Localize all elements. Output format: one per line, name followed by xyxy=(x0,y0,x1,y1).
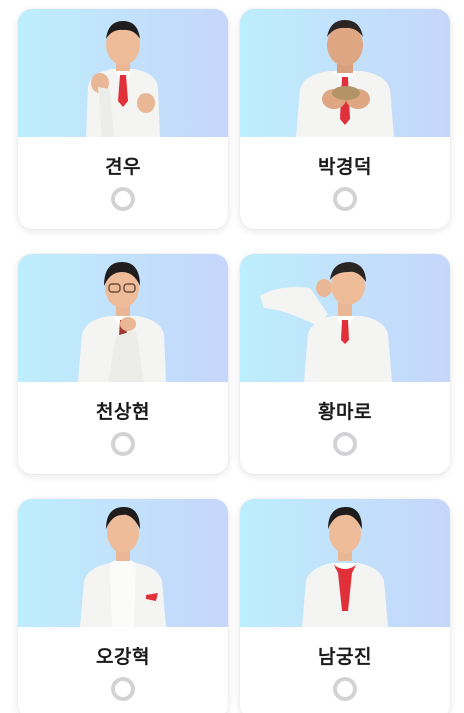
candidate-photo xyxy=(18,499,228,627)
candidate-card-2[interactable]: 박경덕 xyxy=(240,9,450,229)
candidate-photo xyxy=(240,254,450,382)
candidate-photo xyxy=(240,499,450,627)
candidate-grid: 견우 박경덕 천상현 황마로 오강혁 남궁진 xyxy=(0,0,464,713)
select-radio-button[interactable] xyxy=(111,432,135,456)
candidate-photo xyxy=(18,254,228,382)
candidate-card-4[interactable]: 황마로 xyxy=(240,254,450,474)
candidate-photo xyxy=(240,9,450,137)
candidate-name: 박경덕 xyxy=(318,156,372,178)
select-radio-button[interactable] xyxy=(333,677,357,701)
candidate-card-1[interactable]: 견우 xyxy=(18,9,228,229)
candidate-card-3[interactable]: 천상현 xyxy=(18,254,228,474)
candidate-name: 황마로 xyxy=(318,401,372,423)
candidate-photo xyxy=(18,9,228,137)
candidate-name: 남궁진 xyxy=(318,646,372,668)
candidate-name: 천상현 xyxy=(96,401,150,423)
candidate-name: 오강혁 xyxy=(96,646,150,668)
candidate-card-6[interactable]: 남궁진 xyxy=(240,499,450,713)
candidate-card-5[interactable]: 오강혁 xyxy=(18,499,228,713)
select-radio-button[interactable] xyxy=(333,187,357,211)
select-radio-button[interactable] xyxy=(333,432,357,456)
select-radio-button[interactable] xyxy=(111,187,135,211)
select-radio-button[interactable] xyxy=(111,677,135,701)
candidate-name: 견우 xyxy=(105,156,141,178)
